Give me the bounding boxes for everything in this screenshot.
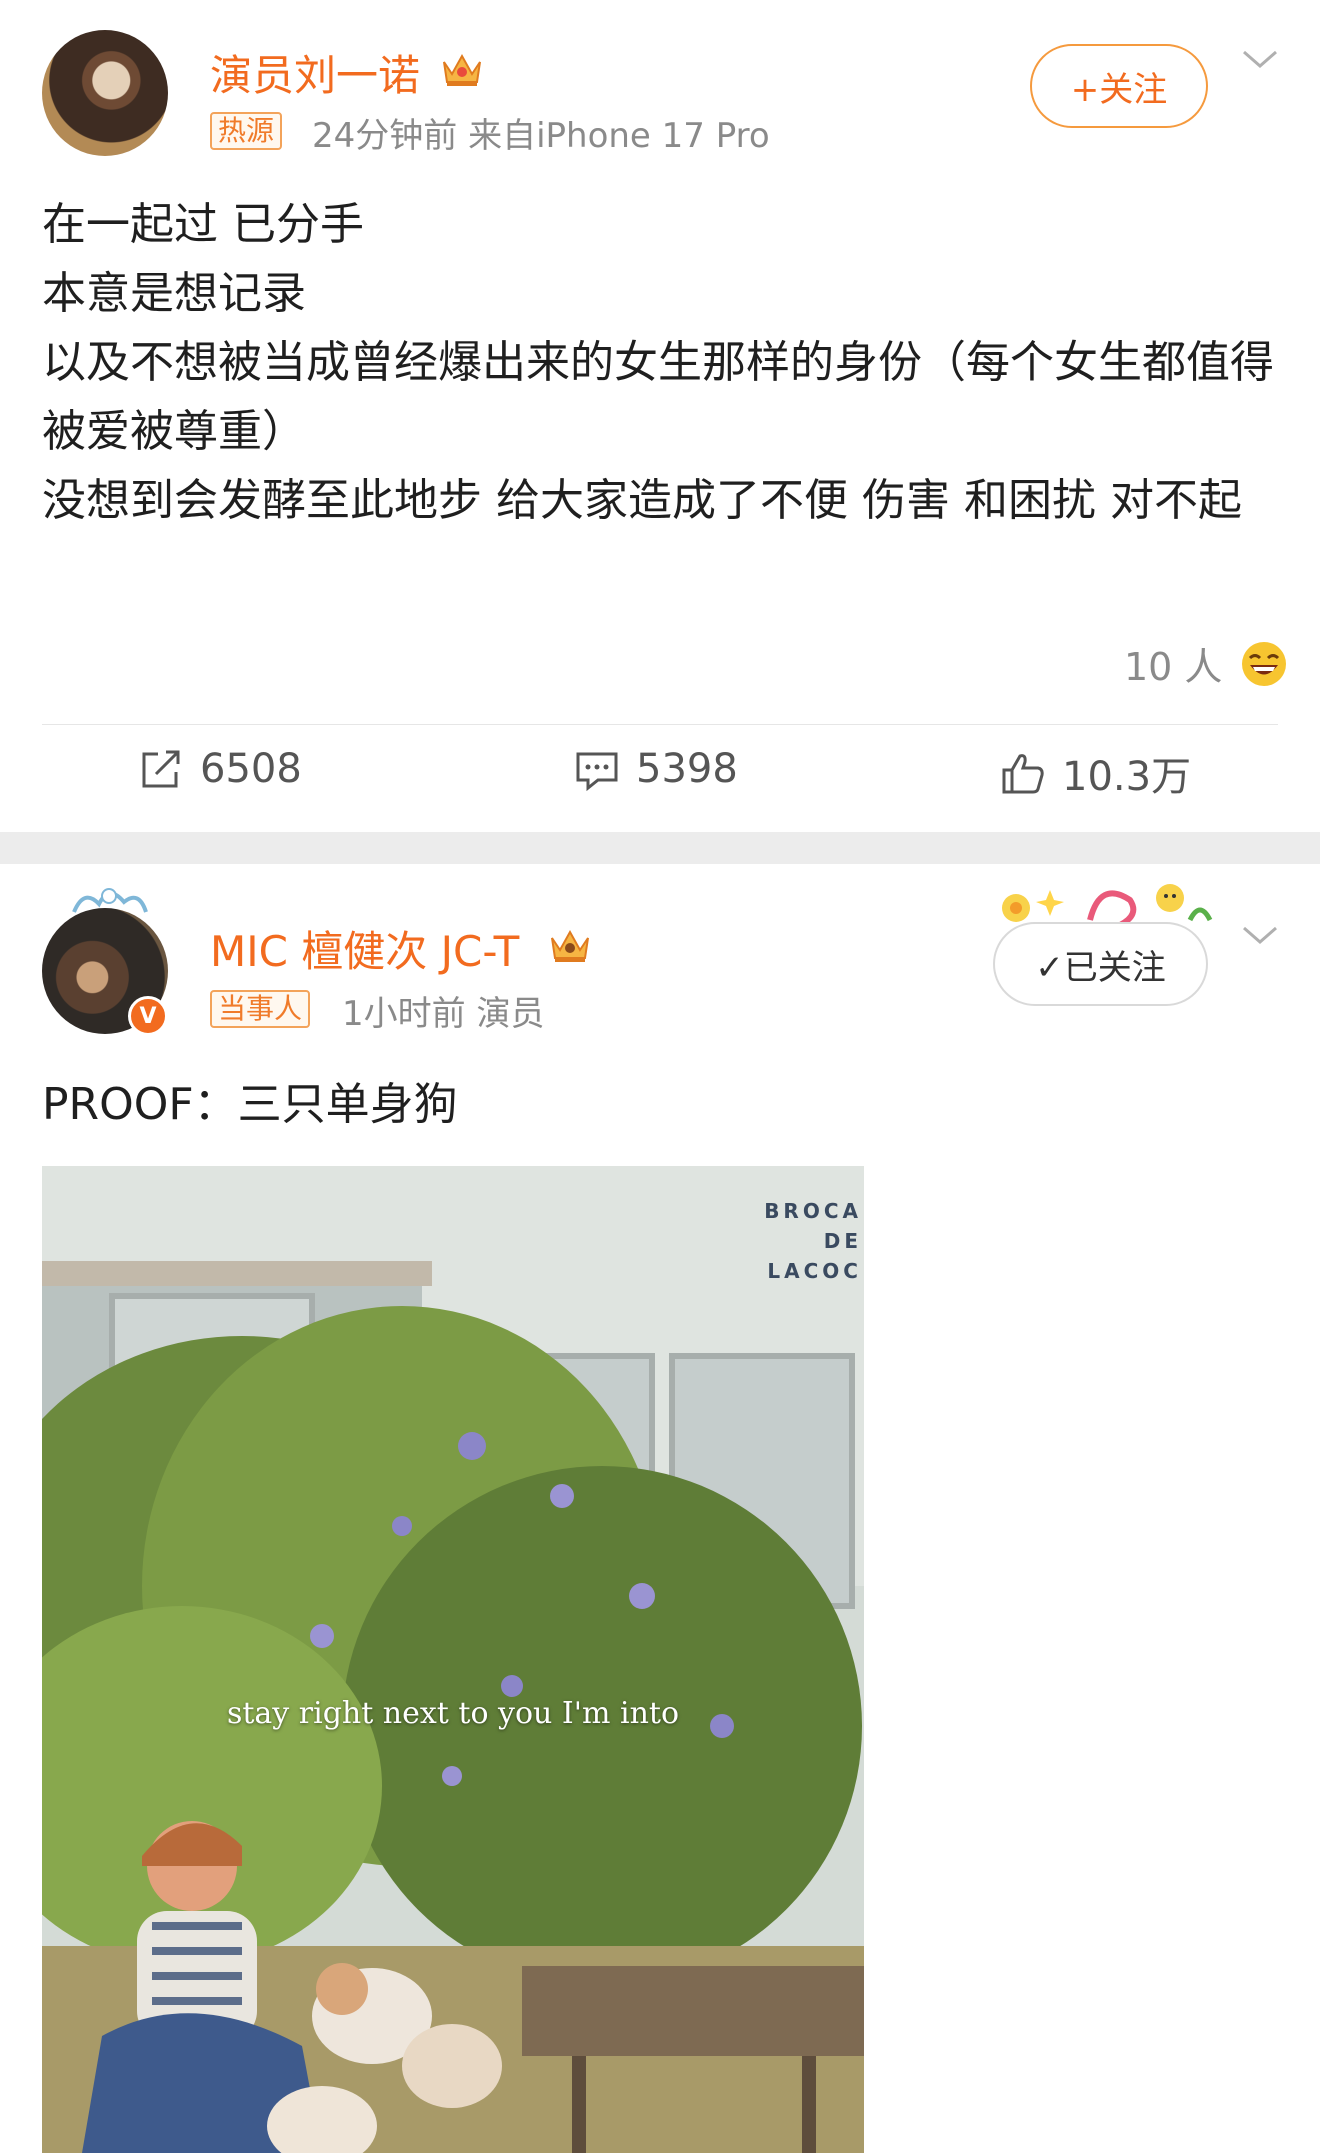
image-sign-text: BROCA DE LACOC <box>764 1199 862 1283</box>
post-card: 演员刘一诺 热源 24分钟前 来自iPhone 17 Pro +关注 在一起过 … <box>0 0 1320 832</box>
hot-source-tag: 热源 <box>210 112 283 150</box>
verified-badge: V <box>128 996 168 1036</box>
author-avatar[interactable] <box>42 30 168 156</box>
video-caption: stay right next to you I'm into <box>226 1696 680 1731</box>
chevron-down-icon[interactable] <box>1240 48 1280 72</box>
followed-button[interactable]: ✓已关注 <box>993 922 1208 1006</box>
like-button[interactable]: 10.3万 <box>998 744 1191 802</box>
repost-icon <box>142 750 180 788</box>
post-time-source: 24分钟前 来自iPhone 17 Pro <box>312 116 770 156</box>
chevron-down-icon[interactable] <box>1240 924 1280 948</box>
garden-photo-image <box>42 1166 864 2153</box>
crown-icon <box>551 929 589 962</box>
post-time-source: 1小时前 演员 <box>342 994 545 1034</box>
repost-count: 6508 <box>200 746 302 792</box>
author-name[interactable]: MIC 檀健次 JC-T <box>210 918 519 979</box>
feed-separator <box>0 832 1320 864</box>
comment-icon <box>576 752 618 792</box>
content-line: 本意是想记录 <box>42 268 306 319</box>
action-bar: 6508 5398 10.3万 <box>0 744 1320 812</box>
post-content: 在一起过 已分手 本意是想记录 以及不想被当成曾经爆出来的女生那样的身份（每个女… <box>42 190 1282 535</box>
follow-button[interactable]: +关注 <box>1030 44 1208 128</box>
post-image[interactable]: BROCA DE LACOC stay right next to you I'… <box>42 1166 864 2153</box>
crown-icon <box>443 53 481 86</box>
repost-button[interactable]: 6508 <box>136 744 302 794</box>
laughing-emoji-icon <box>1242 641 1287 686</box>
involved-party-tag: 当事人 <box>210 990 311 1028</box>
like-count: 10.3万 <box>1062 754 1192 800</box>
reaction-summary[interactable]: 10 人 <box>1124 636 1288 691</box>
author-name[interactable]: 演员刘一诺 <box>210 42 420 103</box>
post-content: PROOF：三只单身狗 <box>42 1079 458 1130</box>
divider <box>42 724 1278 725</box>
reaction-count: 10 人 <box>1124 645 1223 689</box>
comment-button[interactable]: 5398 <box>572 744 738 794</box>
content-line: 以及不想被当成曾经爆出来的女生那样的身份（每个女生都值得被爱被尊重） <box>42 337 1274 457</box>
content-line: 在一起过 已分手 <box>42 199 364 250</box>
content-line: 没想到会发酵至此地步 给大家造成了不便 伤害 和困扰 对不起 <box>42 475 1242 526</box>
thumbs-up-icon <box>1002 754 1044 794</box>
comment-count: 5398 <box>636 746 738 792</box>
